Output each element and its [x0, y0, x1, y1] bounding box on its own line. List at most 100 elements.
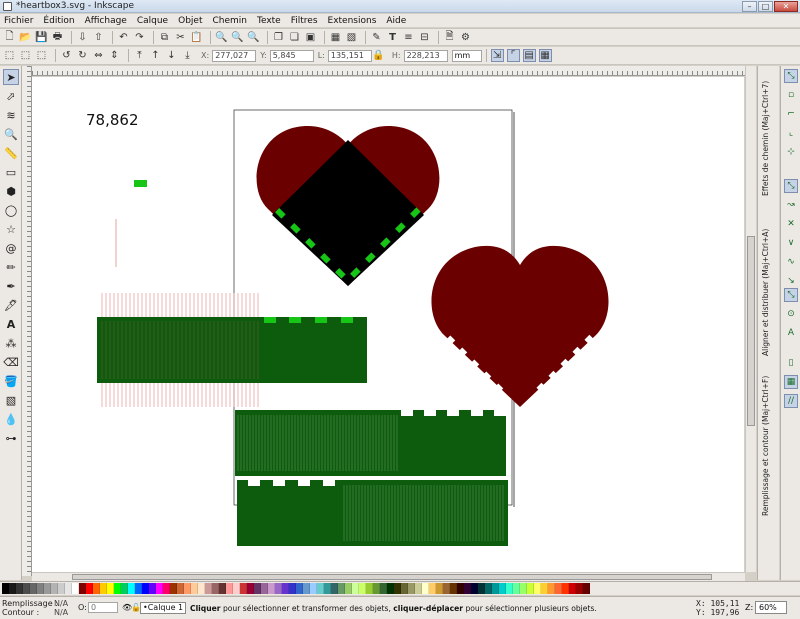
ellipse-tool-icon[interactable]: ◯ [3, 202, 19, 218]
palette-swatch[interactable] [268, 583, 275, 594]
palette-swatch[interactable] [520, 583, 527, 594]
palette-swatch[interactable] [254, 583, 261, 594]
palette-swatch[interactable] [541, 583, 548, 594]
palette-swatch[interactable] [156, 583, 163, 594]
xml-editor-icon[interactable]: ≡ [402, 31, 415, 44]
text-font-icon[interactable]: T [386, 31, 399, 44]
menu-calque[interactable]: Calque [137, 16, 168, 26]
selector-tool-icon[interactable]: ➤ [3, 69, 19, 85]
snap-enable-icon[interactable]: ⤡ [784, 69, 798, 83]
menu-chemin[interactable]: Chemin [212, 16, 247, 26]
snap-guides-icon[interactable]: ∕∕ [784, 394, 798, 408]
deselect-icon[interactable]: ⬚ [35, 49, 48, 62]
transform-patterns-icon[interactable]: ▦ [538, 49, 552, 62]
palette-swatch[interactable] [324, 583, 331, 594]
drawing-canvas[interactable]: 78,862 [32, 77, 744, 572]
snap-text-baseline-icon[interactable]: A [784, 326, 798, 340]
palette-swatch[interactable] [261, 583, 268, 594]
raise-top-icon[interactable]: ⤒ [133, 49, 146, 62]
snap-bbox-corners-icon[interactable]: ⌞ [784, 126, 798, 140]
redo-icon[interactable]: ↷ [133, 31, 146, 44]
menu-edition[interactable]: Édition [43, 16, 74, 26]
palette-swatch[interactable] [184, 583, 191, 594]
palette-swatch[interactable] [163, 583, 170, 594]
vertical-scrollbar[interactable] [745, 66, 756, 572]
palette-swatch[interactable] [345, 583, 352, 594]
menu-affichage[interactable]: Affichage [85, 16, 127, 26]
palette-swatch[interactable] [331, 583, 338, 594]
palette-swatch[interactable] [415, 583, 422, 594]
measure-tool-icon[interactable]: 📏 [3, 145, 19, 161]
palette-swatch[interactable] [51, 583, 58, 594]
palette-swatch[interactable] [352, 583, 359, 594]
palette-swatch[interactable] [464, 583, 471, 594]
palette-swatch[interactable] [436, 583, 443, 594]
dock-tab-path-effects[interactable]: Effets de chemin (Maj+Ctrl+7) [761, 74, 777, 196]
fill-value[interactable]: N/A [54, 599, 68, 608]
palette-swatch[interactable] [296, 583, 303, 594]
save-icon[interactable]: 💾 [35, 31, 48, 44]
menu-filtres[interactable]: Filtres [291, 16, 318, 26]
x-field[interactable]: 277,027 [212, 49, 257, 62]
palette-swatch[interactable] [135, 583, 142, 594]
print-icon[interactable]: 🖶 [51, 31, 64, 44]
palette-swatch[interactable] [408, 583, 415, 594]
palette-swatch[interactable] [310, 583, 317, 594]
green-tab-piece[interactable] [134, 180, 147, 187]
snap-page-border-icon[interactable]: ▯ [784, 356, 798, 370]
ungroup-icon[interactable]: ▧ [345, 31, 358, 44]
layer-select[interactable]: •Calque 1 [140, 602, 186, 614]
cut-icon[interactable]: ✂ [174, 31, 187, 44]
palette-swatch[interactable] [499, 583, 506, 594]
lock-ratio-icon[interactable]: 🔒 [372, 49, 385, 62]
select-all-layers-icon[interactable]: ⬚ [19, 49, 32, 62]
palette-swatch[interactable] [534, 583, 541, 594]
width-field[interactable]: 135,151 [327, 49, 372, 62]
palette-swatch[interactable] [128, 583, 135, 594]
new-document-icon[interactable]: 🗋 [3, 31, 16, 44]
palette-swatch[interactable] [394, 583, 401, 594]
unlink-clone-icon[interactable]: ▣ [304, 31, 317, 44]
palette-swatch[interactable] [107, 583, 114, 594]
spray-tool-icon[interactable]: ⁂ [3, 335, 19, 351]
zoom-tool-icon[interactable]: 🔍 [3, 126, 19, 142]
tweak-tool-icon[interactable]: ≋ [3, 107, 19, 123]
text-tool-icon[interactable]: A [3, 316, 19, 332]
calligraphy-tool-icon[interactable]: 🖋 [3, 297, 19, 313]
palette-swatch[interactable] [338, 583, 345, 594]
palette-swatch[interactable] [240, 583, 247, 594]
vertical-scroll-thumb[interactable] [747, 236, 755, 426]
minimize-button[interactable]: – [742, 1, 757, 12]
node-tool-icon[interactable]: ⬀ [3, 88, 19, 104]
height-field[interactable]: 228,213 [403, 49, 448, 62]
palette-swatch[interactable] [16, 583, 23, 594]
snap-cusp-nodes-icon[interactable]: ∨ [784, 236, 798, 250]
zoom-page-icon[interactable]: 🔍 [247, 31, 260, 44]
rotate-ccw-icon[interactable]: ↺ [60, 49, 73, 62]
snap-grid-icon[interactable]: ▦ [784, 375, 798, 389]
palette-swatch[interactable] [170, 583, 177, 594]
scale-stroke-icon[interactable]: ⇲ [490, 49, 504, 62]
palette-swatch[interactable] [562, 583, 569, 594]
flip-vertical-icon[interactable]: ⇕ [108, 49, 121, 62]
palette-swatch[interactable] [191, 583, 198, 594]
side-board-bottom[interactable] [237, 480, 508, 546]
measure-text[interactable]: 78,862 [86, 111, 139, 129]
palette-swatch[interactable] [303, 583, 310, 594]
horizontal-scrollbar[interactable] [32, 572, 745, 581]
maximize-button[interactable]: □ [758, 1, 773, 12]
palette-swatch[interactable] [576, 583, 583, 594]
menu-texte[interactable]: Texte [257, 16, 281, 26]
palette-swatch[interactable] [478, 583, 485, 594]
palette-swatch[interactable] [219, 583, 226, 594]
palette-swatch[interactable] [247, 583, 254, 594]
duplicate-icon[interactable]: ❐ [272, 31, 285, 44]
snap-paths-icon[interactable]: ↝ [784, 198, 798, 212]
snap-bbox-midpoints-icon[interactable]: ⊹ [784, 145, 798, 159]
palette-swatch[interactable] [2, 583, 9, 594]
palette-swatch[interactable] [79, 583, 86, 594]
snap-bbox-edges-icon[interactable]: ⌐ [784, 107, 798, 121]
palette-swatch[interactable] [30, 583, 37, 594]
snap-rotation-center-icon[interactable]: ⊙ [784, 307, 798, 321]
snap-intersections-icon[interactable]: ✕ [784, 217, 798, 231]
